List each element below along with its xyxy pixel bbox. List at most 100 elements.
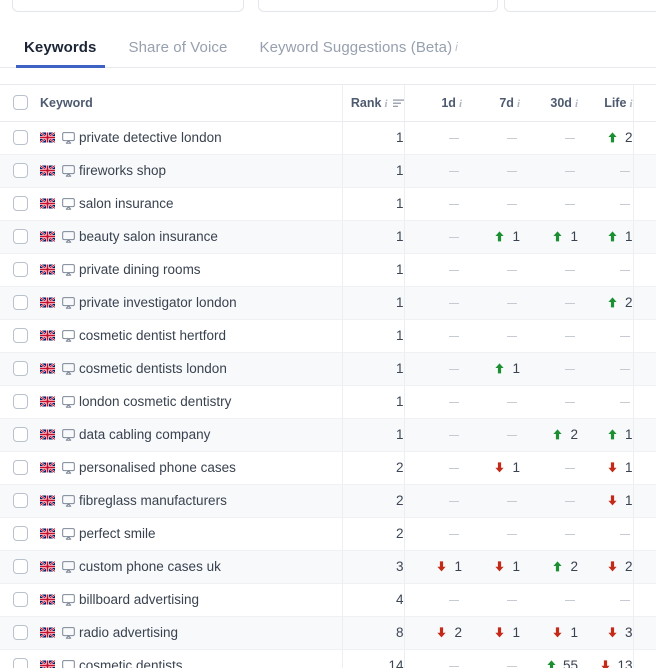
sort-icon[interactable] <box>392 99 404 108</box>
row-checkbox[interactable] <box>12 262 28 278</box>
table-row[interactable]: cosmetic dentist hertford 1 <box>0 319 656 353</box>
no-change-dash <box>565 336 575 337</box>
delta-life-cell: 13 <box>578 649 633 668</box>
row-checkbox[interactable] <box>12 163 28 179</box>
row-checkbox[interactable] <box>12 526 28 542</box>
no-change-dash <box>619 600 630 601</box>
delta-1d-cell <box>403 121 462 155</box>
keyword-text[interactable]: cosmetic dentists london <box>79 361 227 376</box>
row-select-cell <box>0 484 40 518</box>
table-row[interactable]: radio advertising 8 2 1 1 3 <box>0 616 656 650</box>
no-change-dash <box>449 435 459 436</box>
row-checkbox[interactable] <box>12 427 28 443</box>
keyword-text[interactable]: fibreglass manufacturers <box>79 493 227 508</box>
info-icon[interactable]: i <box>384 98 387 110</box>
table-row[interactable]: data cabling company 1 2 1 <box>0 418 656 452</box>
desktop-icon <box>62 528 75 540</box>
tab-keyword-suggestions[interactable]: Keyword Suggestions (Beta) i <box>243 39 473 68</box>
no-change-dash <box>449 534 459 535</box>
row-checkbox[interactable] <box>12 625 28 641</box>
table-row[interactable]: perfect smile 2 <box>0 517 656 551</box>
row-select-cell <box>0 253 40 287</box>
delta-life-cell: 3 <box>578 616 633 650</box>
table-row[interactable]: billboard advertising 4 <box>0 583 656 617</box>
row-checkbox[interactable] <box>12 493 28 509</box>
top-card-2[interactable] <box>258 0 498 12</box>
keyword-text[interactable]: beauty salon insurance <box>79 229 218 244</box>
row-checkbox[interactable] <box>12 130 28 146</box>
row-checkbox[interactable] <box>12 229 28 245</box>
table-row[interactable]: personalised phone cases 2 1 1 <box>0 451 656 485</box>
info-icon[interactable]: i <box>459 98 462 110</box>
tab-keywords[interactable]: Keywords <box>8 39 113 68</box>
table-row[interactable]: cosmetic dentists 14 55 13 <box>0 649 656 668</box>
keyword-text[interactable]: private dining rooms <box>79 262 201 277</box>
info-icon[interactable]: i <box>629 98 632 110</box>
row-select-cell <box>0 385 40 419</box>
table-row[interactable]: custom phone cases uk 3 1 1 2 2 <box>0 550 656 584</box>
desktop-icon <box>62 231 75 243</box>
keyword-text[interactable]: radio advertising <box>79 625 178 640</box>
header-rank[interactable]: Rank i <box>341 85 404 122</box>
no-change-dash <box>507 270 517 271</box>
desktop-icon <box>62 495 75 507</box>
table-row[interactable]: salon insurance 1 <box>0 187 656 221</box>
row-select-cell <box>0 187 40 221</box>
table-row[interactable]: private dining rooms 1 <box>0 253 656 287</box>
row-checkbox[interactable] <box>12 328 28 344</box>
delta-1d-cell: 1 <box>403 550 462 584</box>
row-checkbox[interactable] <box>12 559 28 575</box>
keyword-text[interactable]: perfect smile <box>79 526 156 541</box>
row-checkbox[interactable] <box>12 394 28 410</box>
keyword-text[interactable]: cosmetic dentist hertford <box>79 328 226 343</box>
keyword-text[interactable]: personalised phone cases <box>79 460 236 475</box>
table-row[interactable]: fibreglass manufacturers 2 1 <box>0 484 656 518</box>
header-life[interactable]: Life i <box>578 85 633 122</box>
uk-flag-icon <box>40 594 55 605</box>
row-checkbox[interactable] <box>12 460 28 476</box>
header-keyword[interactable]: Keyword <box>40 85 342 122</box>
header-7d[interactable]: 7d i <box>462 85 520 122</box>
uk-flag-icon <box>40 627 55 638</box>
row-checkbox[interactable] <box>12 658 28 668</box>
row-checkbox[interactable] <box>12 295 28 311</box>
delta-life-value: 3 <box>624 625 633 640</box>
row-checkbox[interactable] <box>12 361 28 377</box>
info-icon[interactable]: i <box>517 98 520 110</box>
keyword-text[interactable]: london cosmetic dentistry <box>79 394 231 409</box>
top-card-1[interactable] <box>12 0 244 12</box>
table-row[interactable]: beauty salon insurance 1 1 1 1 <box>0 220 656 254</box>
arrow-down-icon <box>601 660 611 668</box>
keyword-text[interactable]: fireworks shop <box>79 163 166 178</box>
table-row[interactable]: cosmetic dentists london 1 1 <box>0 352 656 386</box>
table-row[interactable]: private investigator london 1 2 <box>0 286 656 320</box>
header-life-label: Life <box>604 95 627 110</box>
row-checkbox[interactable] <box>12 592 28 608</box>
keyword-text[interactable]: custom phone cases uk <box>79 559 221 574</box>
table-row[interactable]: london cosmetic dentistry 1 <box>0 385 656 419</box>
arrow-up-icon <box>607 297 617 308</box>
info-icon[interactable]: i <box>455 40 458 54</box>
info-icon[interactable]: i <box>575 98 578 110</box>
no-change-dash <box>619 369 630 370</box>
keyword-text[interactable]: private detective london <box>79 130 222 145</box>
keyword-text[interactable]: salon insurance <box>79 196 174 211</box>
header-30d[interactable]: 30d i <box>520 85 578 122</box>
keyword-text[interactable]: cosmetic dentists <box>79 658 183 668</box>
row-checkbox[interactable] <box>12 196 28 212</box>
select-all-checkbox[interactable] <box>12 95 28 111</box>
keyword-text[interactable]: private investigator london <box>79 295 237 310</box>
table-row[interactable]: fireworks shop 1 <box>0 154 656 188</box>
keyword-text[interactable]: billboard advertising <box>79 592 199 607</box>
table-row[interactable]: private detective london 1 2 <box>0 121 656 155</box>
header-1d[interactable]: 1d i <box>403 85 462 122</box>
keyword-cell: beauty salon insurance <box>40 220 342 254</box>
arrow-down-icon <box>553 627 562 638</box>
delta-life-cell: 2 <box>578 121 633 155</box>
top-card-3[interactable] <box>504 0 656 12</box>
keyword-text[interactable]: data cabling company <box>79 427 210 442</box>
uk-flag-icon <box>40 363 55 374</box>
tab-share-of-voice[interactable]: Share of Voice <box>113 39 244 68</box>
no-change-dash <box>619 336 630 337</box>
table-body: private detective london 1 2 fireworks shop… <box>0 121 656 668</box>
